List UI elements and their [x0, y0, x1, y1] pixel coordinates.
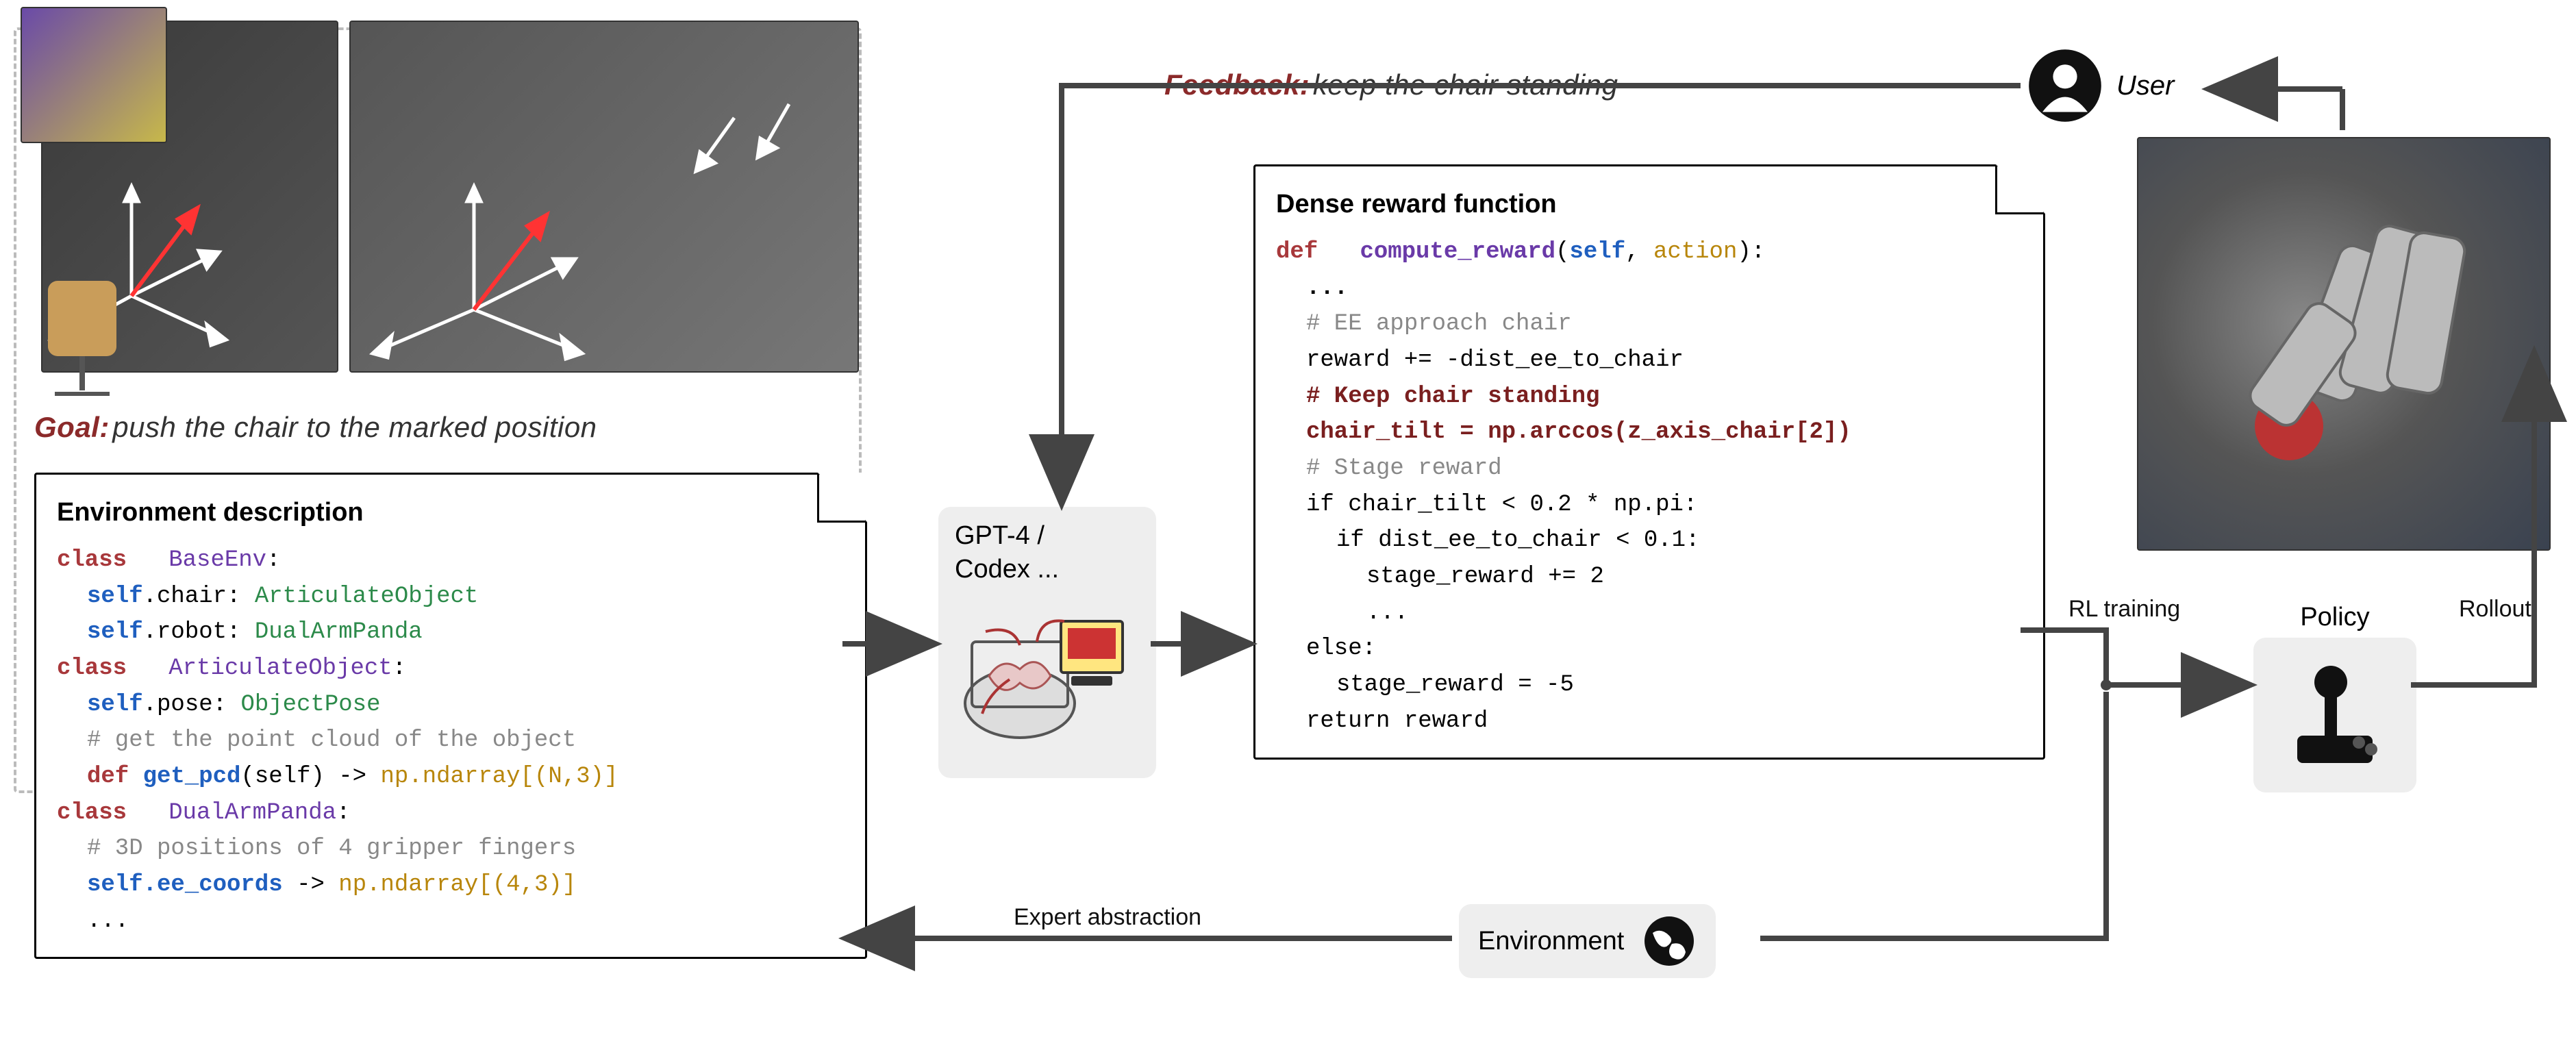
connectors — [0, 0, 2576, 1050]
